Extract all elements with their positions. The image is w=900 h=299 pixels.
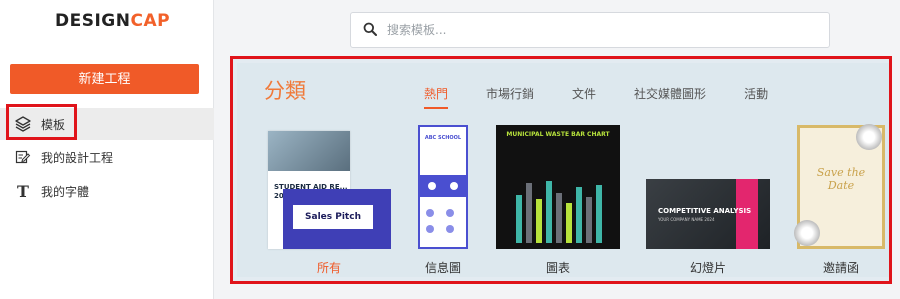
thumbnail-bar	[536, 199, 542, 243]
thumbnail-bar	[566, 203, 572, 243]
highlight-box-templates	[6, 104, 77, 140]
thumbnail-text-line: Date	[827, 179, 855, 192]
search-icon	[363, 21, 377, 40]
thumbnail-flower	[794, 220, 820, 246]
app-root: DESIGNCAP 新建工程 模板 我的設計工程 T 我的字體 分類	[0, 0, 900, 299]
brand-logo-part1: DESIGN	[55, 11, 131, 31]
edit-icon	[14, 148, 32, 166]
thumbnail-text: COMPETITIVE ANALYSIS	[658, 207, 752, 215]
category-label-chart[interactable]: 圖表	[508, 259, 608, 276]
thumbnail-text: Save the Date	[806, 166, 876, 192]
sidebar-item-label: 我的字體	[41, 184, 90, 199]
category-panel: 分類 熱門 市場行銷 文件 社交媒體圖形 活動 STUDENT AID RE..…	[230, 56, 892, 284]
sidebar-item-my-designs[interactable]: 我的設計工程	[0, 141, 214, 173]
tab-popular[interactable]: 熱門	[424, 85, 449, 109]
thumbnail-flower	[856, 124, 882, 150]
thumbnail-band	[420, 175, 466, 197]
category-label-invitation[interactable]: 邀請函	[791, 259, 891, 276]
sidebar-item-label: 我的設計工程	[41, 150, 114, 165]
thumbnail-bar	[516, 195, 522, 243]
thumbnail-invitation[interactable]: Save the Date	[794, 124, 885, 249]
thumbnail-text-line: Save the	[816, 166, 866, 179]
thumbnail-text: YOUR COMPANY NAME 2024	[658, 217, 715, 222]
section-title: 分類	[264, 79, 306, 103]
thumbnail-dot	[446, 225, 454, 233]
category-label-all[interactable]: 所有	[279, 259, 379, 276]
category-tabs: 熱門 市場行銷 文件 社交媒體圖形 活動	[424, 85, 806, 109]
category-label-slides[interactable]: 幻燈片	[658, 259, 758, 276]
tab-events[interactable]: 活動	[744, 85, 768, 106]
thumbnail-slides[interactable]: COMPETITIVE ANALYSIS YOUR COMPANY NAME 2…	[646, 179, 770, 249]
search-input[interactable]	[387, 23, 807, 37]
thumbnail-all-front: Sales Pitch	[283, 189, 391, 249]
brand-logo[interactable]: DESIGNCAP	[55, 11, 170, 31]
thumbnail-bar	[576, 187, 582, 243]
thumbnail-dot	[450, 182, 458, 190]
thumbnail-bars	[514, 173, 610, 243]
thumbnail-text: MUNICIPAL WASTE BAR CHART	[506, 131, 610, 138]
thumbnail-bar	[556, 193, 562, 243]
tab-documents[interactable]: 文件	[572, 85, 596, 106]
thumbnail-chart[interactable]: MUNICIPAL WASTE BAR CHART	[496, 125, 620, 249]
category-label-infographic[interactable]: 信息圖	[393, 259, 493, 276]
thumbnail-infographic[interactable]: ABC SCHOOL	[418, 125, 468, 249]
thumbnail-bar	[596, 185, 602, 243]
text-icon: T	[17, 181, 29, 201]
brand-logo-part2: CAP	[130, 11, 171, 31]
tab-marketing[interactable]: 市場行銷	[486, 85, 534, 106]
thumbnail-bar	[586, 197, 592, 243]
thumbnail-bar	[546, 181, 552, 243]
thumbnail-dot	[428, 182, 436, 190]
thumbnail-text: ABC SCHOOL	[424, 135, 462, 141]
tab-social-media[interactable]: 社交媒體圖形	[634, 85, 706, 106]
sidebar: DESIGNCAP 新建工程 模板 我的設計工程 T 我的字體	[0, 0, 214, 299]
thumbnail-bar	[526, 183, 532, 243]
thumbnail-dot	[426, 225, 434, 233]
category-panel-body: 分類 熱門 市場行銷 文件 社交媒體圖形 活動 STUDENT AID RE..…	[237, 63, 889, 277]
thumbnail-photo	[268, 131, 350, 171]
sidebar-item-my-fonts[interactable]: T 我的字體	[0, 175, 214, 207]
thumbnail-text: Sales Pitch	[293, 205, 373, 229]
thumbnail-dot	[446, 209, 454, 217]
new-project-button[interactable]: 新建工程	[10, 64, 199, 94]
search-bar[interactable]	[350, 12, 830, 48]
thumbnail-dot	[426, 209, 434, 217]
